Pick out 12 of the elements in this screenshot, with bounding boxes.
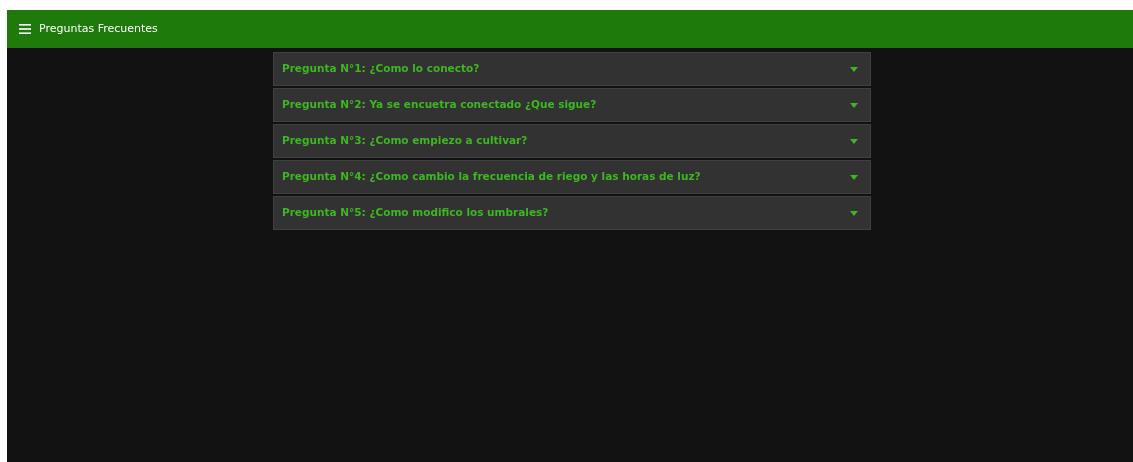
caret-down-icon [850, 102, 858, 108]
caret-down-icon [850, 138, 858, 144]
faq-item[interactable]: Pregunta N°3: ¿Como empiezo a cultivar? [273, 124, 871, 158]
caret-down-icon [850, 210, 858, 216]
faq-item[interactable]: Pregunta N°1: ¿Como lo conecto? [273, 52, 871, 86]
menu-icon[interactable] [19, 24, 31, 34]
faq-item[interactable]: Pregunta N°4: ¿Como cambio la frecuencia de riego y las horas de luz? [273, 160, 871, 194]
faq-item[interactable]: Pregunta N°5: ¿Como modifico los umbrales? [273, 196, 871, 230]
faq-item[interactable]: Pregunta N°2: Ya se encuetra conectado ¿Que sigue? [273, 88, 871, 122]
caret-down-icon [850, 66, 858, 72]
app-title: Preguntas Frecuentes [39, 20, 158, 37]
caret-down-icon [850, 174, 858, 180]
